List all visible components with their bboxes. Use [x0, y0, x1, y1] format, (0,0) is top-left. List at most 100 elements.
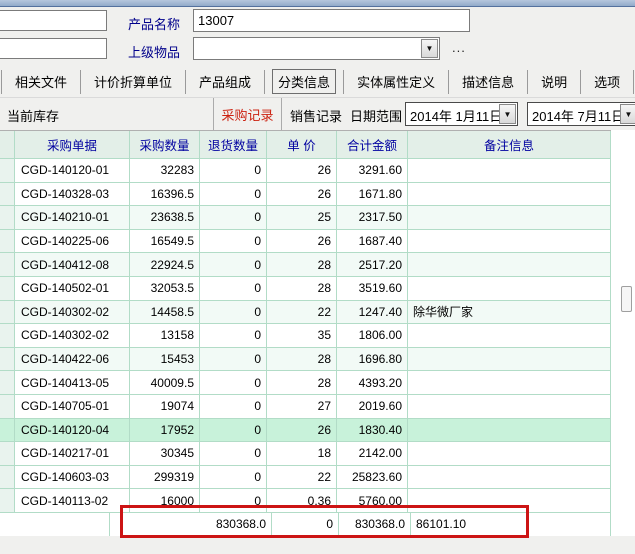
unit-price-cell: 0.36: [267, 489, 337, 513]
tab-entity-attributes[interactable]: 实体属性定义: [345, 69, 447, 94]
amount-cell: 2142.00: [337, 442, 408, 466]
amount-cell: 1671.80: [337, 183, 408, 207]
row-selector-cell[interactable]: [0, 230, 15, 254]
column-header-document[interactable]: 采购单据: [15, 131, 130, 159]
product-spec-input[interactable]: [0, 38, 107, 59]
document-cell: CGD-140705-01: [15, 395, 130, 419]
column-header-remarks[interactable]: 备注信息: [408, 131, 611, 159]
row-selector-cell[interactable]: [0, 206, 15, 230]
chevron-down-icon[interactable]: ▼: [620, 104, 635, 124]
chevron-down-icon[interactable]: ▼: [421, 39, 438, 58]
table-row[interactable]: CGD-140113-02 16000 0 0.36 5760.00: [0, 489, 611, 513]
column-header-purchase-qty[interactable]: 采购数量: [130, 131, 200, 159]
tab-options[interactable]: 选项: [582, 69, 632, 94]
purchase-records-tab[interactable]: 采购记录: [213, 98, 282, 131]
return-qty-cell: 0: [200, 489, 267, 513]
row-selector-cell[interactable]: [0, 253, 15, 277]
table-row[interactable]: CGD-140705-01 19074 0 27 2019.60: [0, 395, 611, 419]
date-from-value: 2014年 1月11日: [410, 106, 499, 125]
row-selector-cell[interactable]: [0, 183, 15, 207]
browse-button[interactable]: ...: [452, 40, 466, 55]
tab-classification-info[interactable]: 分类信息: [272, 69, 336, 94]
table-row[interactable]: CGD-140217-01 30345 0 18 2142.00: [0, 442, 611, 466]
unit-price-cell: 26: [267, 159, 337, 183]
table-row[interactable]: CGD-140120-01 32283 0 26 3291.60: [0, 159, 611, 183]
tab-divider: [580, 70, 581, 94]
table-row[interactable]: CGD-140412-08 22924.5 0 28 2517.20: [0, 253, 611, 277]
date-to-combobox[interactable]: 2014年 7月11日 ▼: [527, 102, 635, 126]
remark-cell: [408, 442, 611, 466]
remark-cell: 除华微厂家: [408, 301, 611, 325]
date-to-value: 2014年 7月11日: [532, 106, 620, 125]
parent-item-combobox[interactable]: ▼: [193, 37, 440, 60]
row-selector-cell[interactable]: [0, 301, 15, 325]
table-row[interactable]: CGD-140413-05 40009.5 0 28 4393.20: [0, 371, 611, 395]
purchase-qty-cell: 14458.5: [130, 301, 200, 325]
table-row[interactable]: CGD-140328-03 16396.5 0 26 1671.80: [0, 183, 611, 207]
table-row[interactable]: CGD-140302-02 14458.5 0 22 1247.40 除华微厂家: [0, 301, 611, 325]
document-cell: CGD-140113-02: [15, 489, 130, 513]
row-selector-cell[interactable]: [0, 159, 15, 183]
unit-price-cell: 26: [267, 183, 337, 207]
tab-divider: [185, 70, 186, 94]
remark-cell: [408, 277, 611, 301]
tab-product-composition[interactable]: 产品组成: [187, 69, 263, 94]
current-stock-label[interactable]: 当前库存: [7, 106, 59, 125]
purchase-records-table-zone: 采购单据 采购数量 退货数量 单 价 合计金额 备注信息 CGD-140120-…: [0, 130, 635, 536]
amount-cell: 3291.60: [337, 159, 408, 183]
table-row[interactable]: CGD-140225-06 16549.5 0 26 1687.40: [0, 230, 611, 254]
purchase-qty-cell: 23638.5: [130, 206, 200, 230]
row-selector-cell[interactable]: [0, 371, 15, 395]
purchase-qty-cell: 32283: [130, 159, 200, 183]
tab-notes[interactable]: 说明: [529, 69, 579, 94]
table-row[interactable]: CGD-140422-06 15453 0 28 1696.80: [0, 348, 611, 372]
table-row[interactable]: CGD-140502-01 32053.5 0 28 3519.60: [0, 277, 611, 301]
totals-purchase-qty: 830368.0: [110, 513, 272, 537]
table-row[interactable]: CGD-140302-02 13158 0 35 1806.00: [0, 324, 611, 348]
column-header-unit-price[interactable]: 单 价: [267, 131, 337, 159]
amount-cell: 1696.80: [337, 348, 408, 372]
column-header-total-amount[interactable]: 合计金额: [337, 131, 408, 159]
remark-cell: [408, 324, 611, 348]
remark-cell: [408, 253, 611, 277]
row-selector-cell[interactable]: [0, 442, 15, 466]
purchase-qty-cell: 16549.5: [130, 230, 200, 254]
date-from-combobox[interactable]: 2014年 1月11日 ▼: [405, 102, 518, 126]
column-header-return-qty[interactable]: 退货数量: [200, 131, 267, 159]
document-cell: CGD-140225-06: [15, 230, 130, 254]
purchase-qty-cell: 17952: [130, 419, 200, 443]
row-selector-cell[interactable]: [0, 419, 15, 443]
sales-records-tab[interactable]: 销售记录: [290, 106, 342, 125]
amount-cell: 1247.40: [337, 301, 408, 325]
row-selector-cell[interactable]: [0, 466, 15, 490]
amount-cell: 2517.20: [337, 253, 408, 277]
vertical-scrollbar-thumb[interactable]: [621, 286, 632, 312]
document-cell: CGD-140210-01: [15, 206, 130, 230]
tab-related-files[interactable]: 相关文件: [3, 69, 79, 94]
row-selector-cell[interactable]: [0, 277, 15, 301]
table-row[interactable]: CGD-140603-03 299319 0 22 25823.60: [0, 466, 611, 490]
tab-description-info[interactable]: 描述信息: [450, 69, 526, 94]
tab-divider: [343, 70, 344, 94]
totals-return-qty: 0: [272, 513, 339, 537]
purchase-qty-cell: 16000: [130, 489, 200, 513]
chevron-down-icon[interactable]: ▼: [499, 104, 516, 124]
amount-cell: 5760.00: [337, 489, 408, 513]
purchase-qty-cell: 40009.5: [130, 371, 200, 395]
row-selector-header: [0, 131, 15, 159]
remark-cell: [408, 183, 611, 207]
tab-pricing-units[interactable]: 计价折算单位: [82, 69, 184, 94]
totals-net-qty: 830368.0: [339, 513, 411, 537]
product-name-input[interactable]: [193, 9, 470, 32]
row-selector-cell[interactable]: [0, 395, 15, 419]
row-selector-cell[interactable]: [0, 324, 15, 348]
table-row[interactable]: CGD-140210-01 23638.5 0 25 2317.50: [0, 206, 611, 230]
row-selector-cell[interactable]: [0, 489, 15, 513]
amount-cell: 1687.40: [337, 230, 408, 254]
product-code-input[interactable]: [0, 10, 107, 31]
status-strip: [0, 536, 635, 554]
row-selector-cell[interactable]: [0, 348, 15, 372]
remark-cell: [408, 159, 611, 183]
purchase-qty-cell: 22924.5: [130, 253, 200, 277]
table-row[interactable]: CGD-140120-04 17952 0 26 1830.40: [0, 419, 611, 443]
